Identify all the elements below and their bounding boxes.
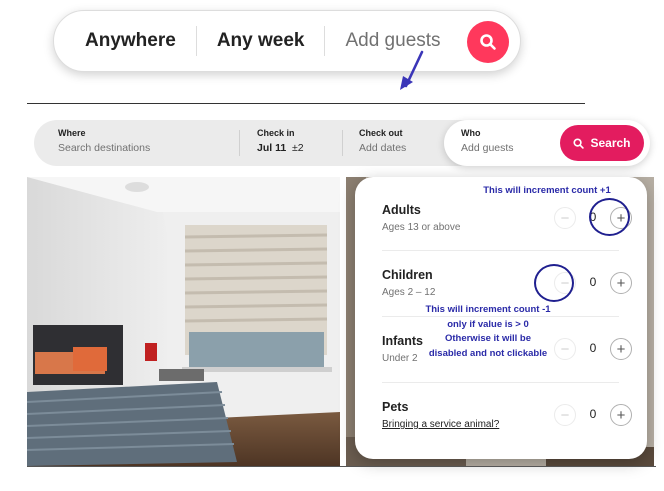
where-input[interactable]: Search destinations xyxy=(58,142,150,154)
pets-count: 0 xyxy=(589,407,597,421)
children-increment-button[interactable]: + xyxy=(610,272,632,294)
check-out-input[interactable]: Add dates xyxy=(359,142,406,154)
search-icon xyxy=(573,137,585,149)
any-week-button[interactable]: Any week xyxy=(197,30,325,52)
decrement-annotation-line: This will increment count -1 xyxy=(425,304,551,315)
search-icon xyxy=(480,34,496,50)
search-button-label: Search xyxy=(590,136,631,150)
row-divider xyxy=(382,382,619,383)
divider xyxy=(239,130,240,156)
listing-photo-bedroom[interactable] xyxy=(27,177,340,466)
anywhere-button[interactable]: Anywhere xyxy=(54,30,196,52)
check-out-field[interactable]: Check out Add dates xyxy=(359,128,406,154)
expanded-search-bar: Where Search destinations Check in Jul 1… xyxy=(34,120,650,166)
pets-stepper[interactable]: − 0 + xyxy=(554,404,632,426)
check-out-label: Check out xyxy=(359,128,403,138)
divider xyxy=(342,130,343,156)
infants-count: 0 xyxy=(589,341,597,355)
row-divider xyxy=(382,250,619,251)
decrement-annotation-line: disabled and not clickable xyxy=(428,348,548,360)
increment-annotation: This will increment count +1 xyxy=(483,185,611,196)
check-in-field[interactable]: Check in Jul 11 ±2 xyxy=(257,128,304,154)
pets-decrement-button: − xyxy=(554,404,576,426)
check-in-label: Check in xyxy=(257,128,295,138)
where-field[interactable]: Where Search destinations xyxy=(58,128,150,154)
who-field[interactable]: Who Add guests Search xyxy=(444,120,650,166)
search-submit-button[interactable] xyxy=(467,21,509,63)
decrement-annotation: This will increment count -1 only if val… xyxy=(410,303,566,362)
page: Anywhere Any week Add guests Where Searc… xyxy=(0,0,664,491)
check-in-value: Jul 11 ±2 xyxy=(257,142,304,154)
infants-increment-button[interactable]: + xyxy=(610,338,632,360)
compact-search-bar[interactable]: Anywhere Any week Add guests xyxy=(53,10,521,72)
who-input[interactable]: Add guests xyxy=(461,142,514,154)
add-guests-button[interactable]: Add guests xyxy=(325,30,460,52)
guest-row-children: Children Ages 2 – 12 − 0 + xyxy=(382,268,632,298)
search-button[interactable]: Search xyxy=(560,125,644,161)
pets-increment-button[interactable]: + xyxy=(610,404,632,426)
divider-line xyxy=(27,466,656,467)
decrement-annotation-line: Otherwise it will be xyxy=(444,333,532,345)
decrement-highlight-circle xyxy=(534,264,574,302)
children-count: 0 xyxy=(589,275,597,289)
bedroom-image xyxy=(27,177,340,466)
divider-line xyxy=(27,103,585,104)
adults-decrement-button: − xyxy=(554,207,576,229)
flex-days: ±2 xyxy=(292,142,304,154)
increment-highlight-circle xyxy=(589,198,630,236)
who-text: Who Add guests xyxy=(461,128,514,154)
guest-row-pets: Pets Bringing a service animal? − 0 + xyxy=(382,400,632,430)
decrement-annotation-line: only if value is > 0 xyxy=(447,318,529,330)
where-label: Where xyxy=(58,128,86,138)
who-label: Who xyxy=(461,128,481,138)
